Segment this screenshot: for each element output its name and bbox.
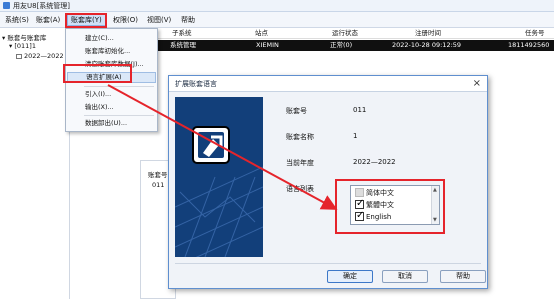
tree-leaf-label: 2022—2022 [24,52,64,60]
table-row[interactable]: 系统管理 XIEMIN 正常(0) 2022-10-28 09:12:59 18… [140,40,554,51]
dialog-title: 扩展账套语言 [175,80,217,88]
column-header: 运行状态 [332,29,358,37]
menu-item-import[interactable]: 引入(I)... [67,89,156,100]
field-value-current-year: 2022—2022 [353,158,396,166]
menu-item-create[interactable]: 建立(C)... [67,33,156,44]
menu-item-export[interactable]: 输出(X)... [67,102,156,113]
field-label-current-year: 当前年度 [286,159,314,167]
menu-item-unload[interactable]: 数据卸出(U)... [67,118,156,129]
window-title: 用友U8[系统管理] [13,1,71,10]
language-list-highlight-box [335,179,445,234]
cancel-button[interactable]: 取消 [382,270,428,283]
field-value-account-name: 1 [353,132,358,140]
window-title-bar: 用友U8[系统管理] [0,0,554,12]
table-cell: XIEMIN [256,41,279,49]
grid-header: 子系统 站点 运行状态 注册时间 任务号 [140,28,554,39]
menu-separator [84,86,154,87]
menu-permission[interactable]: 权限(O) [110,14,141,26]
tree-root[interactable]: ▾ 账套与账套库 [2,32,46,42]
app-icon [3,2,10,9]
column-header: 子系统 [172,29,192,37]
menu-item-init[interactable]: 账套库初始化... [67,46,156,57]
menu-help[interactable]: 帮助 [178,14,198,26]
menu-view[interactable]: 视图(V) [144,14,174,26]
account-icon [192,126,230,164]
pane-header: 账套号 [148,171,168,179]
tree-root-label: 账套与账套库 [7,34,47,42]
table-cell: 2022-10-28 09:12:59 [392,41,462,49]
folder-icon [16,53,22,59]
dialog-title-bar: 扩展账套语言 × [169,76,487,92]
field-label-account-name: 账套名称 [286,133,314,141]
table-cell: 系统管理 [170,41,196,49]
menu-system[interactable]: 系统(S) [2,14,32,26]
menu-highlight-box [65,13,107,28]
tree-leaf[interactable]: 2022—2022 [16,52,64,60]
menu-separator [84,115,154,116]
close-icon[interactable]: × [473,77,481,91]
dialog-banner-image [175,97,263,257]
column-header: 任务号 [525,29,545,37]
help-button[interactable]: 帮助 [440,270,486,283]
column-header: 站点 [255,29,268,37]
table-cell: 正常(0) [330,41,353,49]
tree-child-label: [011]1 [14,42,36,50]
menu-item-highlight-box [63,64,132,83]
field-label-language-list: 语言列表 [286,185,314,193]
pane-value[interactable]: 011 [152,181,164,189]
dialog-separator [175,263,481,264]
tree-child[interactable]: ▾ [011]1 [9,42,36,50]
field-value-account-no: 011 [353,106,367,114]
session-grid: 子系统 站点 运行状态 注册时间 任务号 系统管理 XIEMIN 正常(0) 2… [140,28,554,54]
account-tree: ▾ 账套与账套库 ▾ [011]1 2022—2022 [0,28,70,299]
ok-button[interactable]: 确定 [327,270,373,283]
table-cell: 1811492560 [508,41,550,49]
column-header: 注册时间 [415,29,441,37]
menu-account[interactable]: 账套(A) [33,14,63,26]
banner-graphic [175,126,263,257]
field-label-account-no: 账套号 [286,107,307,115]
